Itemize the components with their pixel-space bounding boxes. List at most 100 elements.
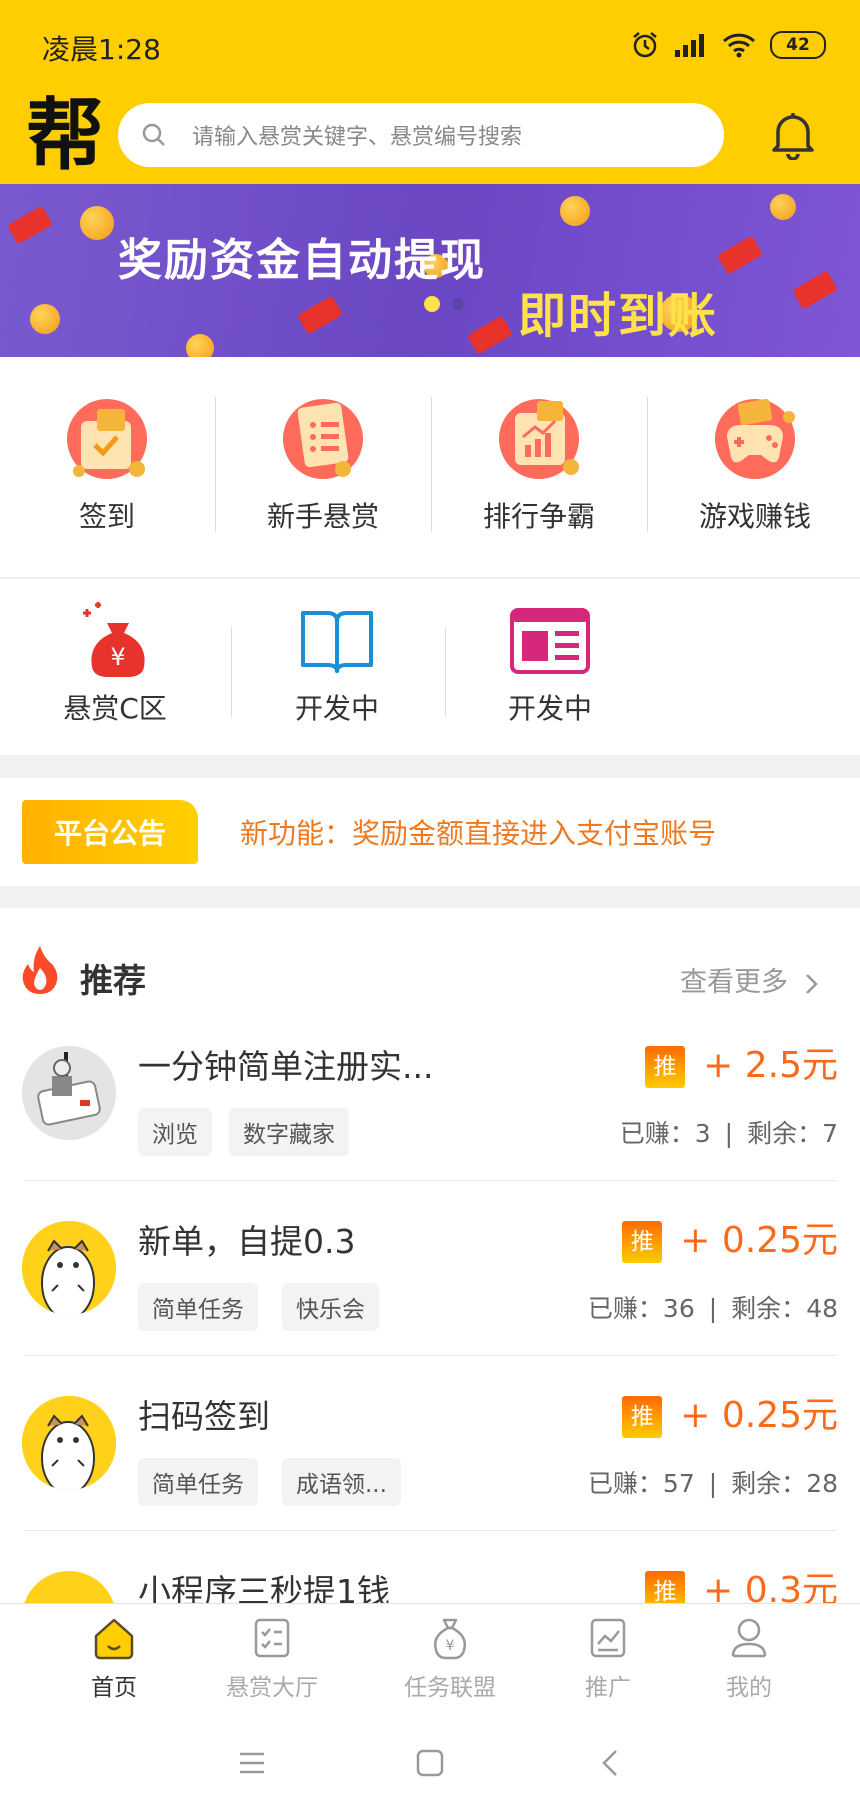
quick-ranking[interactable]: 排行争霸 [464,387,614,535]
quick-checkin-label: 签到 [78,500,135,533]
task-title: 一分钟简单注册实... [138,1047,434,1086]
home-square-icon[interactable] [414,1747,446,1779]
money-bag-outline-icon: ¥ [434,1618,466,1660]
promo-banner[interactable]: 奖励资金自动提现 即时到账 [0,184,860,357]
quick-dev-2-label: 开发中 [507,692,592,725]
quick-newbie[interactable]: 新手悬赏 [248,387,398,535]
quick-checkin[interactable]: 签到 [32,387,182,535]
search-bar[interactable]: 请输入悬赏关键字、悬赏编号搜索 [118,103,724,167]
quick-entry-row-2: ¥ 悬赏C区 开发中 开发中 [0,578,860,755]
task-title: 新单，自提0.3 [138,1222,356,1261]
remaining-label: 剩余： [731,1469,807,1498]
home-icon [94,1618,134,1660]
ranking-chart-icon [499,399,579,479]
nav-promote-label: 推广 [585,1675,631,1701]
task-tag: 简单任务 [138,1283,258,1331]
quick-ranking-label: 排行争霸 [482,500,595,533]
app-logo: 帮 [26,91,105,181]
task-stats: 已赚：36 | 剩余：48 [588,1289,838,1325]
earned-label: 已赚： [587,1469,663,1498]
task-stats: 已赚：3 | 剩余：7 [620,1114,838,1150]
bottom-nav: 首页 悬赏大厅 ¥ 任务联盟 推广 我的 [0,1603,860,1714]
task-avatar [22,1046,116,1140]
earned-label: 已赚： [587,1294,663,1323]
quick-newbie-label: 新手悬赏 [266,500,379,533]
alarm-icon [633,32,657,58]
task-row[interactable]: 扫码签到 简单任务 成语领... 推 + 0.25元 已赚：57 | 剩余：28 [0,1356,860,1531]
task-tag: 浏览 [138,1108,212,1156]
quick-dev-1[interactable]: 开发中 [262,607,412,727]
task-reward: 推 + 0.3元 [645,1561,838,1603]
remaining-label: 剩余： [731,1294,807,1323]
task-reward: 推 + 0.25元 [622,1211,838,1263]
wifi-icon [722,33,756,58]
quick-game[interactable]: 游戏赚钱 [680,387,830,535]
user-icon [731,1618,767,1658]
newbie-list-icon [283,399,363,479]
task-row[interactable]: 一分钟简单注册实... 浏览 数字藏家 推 + 2.5元 已赚：3 | 剩余：7 [0,1006,860,1181]
remaining-label: 剩余： [747,1119,823,1148]
nav-task-union[interactable]: ¥ 任务联盟 [390,1614,510,1702]
remaining-value: 48 [806,1294,838,1323]
nav-reward-hall-label: 悬赏大厅 [226,1675,318,1701]
money-bag-icon: ¥ [83,602,145,677]
search-placeholder: 请输入悬赏关键字、悬赏编号搜索 [192,125,523,150]
banner-subtitle: 即时到账 [518,288,719,344]
stats-divider: | [724,1119,734,1148]
task-avatar [22,1396,116,1490]
task-reward-amount: + 2.5元 [703,1045,838,1086]
checkin-bag-icon [67,399,147,479]
task-stats: 已赚：57 | 剩余：28 [588,1464,838,1500]
quick-reward-c[interactable]: ¥ 悬赏C区 [40,599,190,727]
nav-home[interactable]: 首页 [54,1614,174,1702]
task-tag: 数字藏家 [229,1108,349,1156]
svg-text:¥: ¥ [446,1638,455,1654]
task-reward: 推 + 2.5元 [645,1036,838,1088]
remaining-value: 28 [806,1469,838,1498]
back-icon[interactable] [598,1747,622,1779]
task-row[interactable]: 新单，自提0.3 简单任务 快乐会 推 + 0.25元 已赚：36 | 剩余：48 [0,1181,860,1356]
quick-entry-row-1: 签到 新手悬赏 排行争霸 游戏赚钱 [0,357,860,577]
quick-dev-2[interactable]: 开发中 [475,607,625,727]
gamepad-icon [715,398,795,479]
recommend-title: 推荐 [80,961,146,1000]
search-icon [142,123,165,146]
notification-bell-icon[interactable] [768,108,818,160]
recommend-badge: 推 [622,1221,663,1263]
status-icons: 42 [630,30,826,60]
menu-icon[interactable] [236,1749,268,1777]
earned-value: 36 [662,1294,695,1323]
top-header: 凌晨1:28 42 帮 请输入悬赏关键字、悬赏编号搜索 [0,0,860,184]
recommend-badge: 推 [645,1571,686,1603]
banner-title: 奖励资金自动提现 [118,235,486,286]
nav-promote[interactable]: 推广 [548,1614,668,1702]
stats-divider: | [708,1469,718,1498]
task-tag: 简单任务 [138,1458,258,1506]
nav-task-union-label: 任务联盟 [404,1675,496,1701]
task-row[interactable]: 小程序三秒提1钱 推 + 0.3元 [0,1531,860,1603]
task-tag: 成语领... [282,1458,401,1506]
battery-indicator: 42 [770,31,826,59]
task-reward-amount: + 0.25元 [680,1220,838,1261]
news-icon [510,608,590,674]
recommend-badge: 推 [622,1396,663,1438]
task-tag: 快乐会 [282,1283,379,1331]
see-more-link[interactable]: 查看更多 [680,960,821,999]
book-icon [301,611,373,673]
earned-value: 3 [694,1119,711,1148]
platform-notice[interactable]: 平台公告 新功能：奖励金额直接进入支付宝账号 [0,778,860,886]
nav-mine[interactable]: 我的 [689,1614,809,1702]
earned-value: 57 [662,1469,695,1498]
remaining-value: 7 [822,1119,838,1148]
nav-reward-hall[interactable]: 悬赏大厅 [212,1614,332,1702]
earned-label: 已赚： [619,1119,695,1148]
nav-mine-label: 我的 [726,1675,772,1701]
fire-icon [22,946,58,994]
chevron-right-icon [805,973,818,994]
task-reward-amount: + 0.25元 [680,1395,838,1436]
see-more-label: 查看更多 [680,967,788,998]
status-time: 凌晨1:28 [42,33,161,66]
notice-tag: 平台公告 [22,800,198,864]
task-title: 扫码签到 [138,1397,270,1436]
recommend-badge: 推 [645,1046,686,1088]
